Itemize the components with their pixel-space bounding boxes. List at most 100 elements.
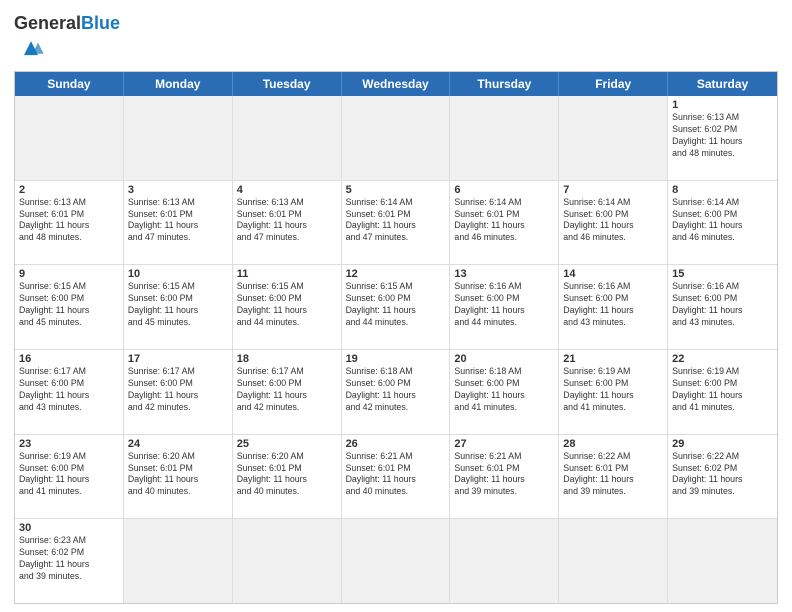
calendar: SundayMondayTuesdayWednesdayThursdayFrid… — [14, 71, 778, 604]
day-info: Sunrise: 6:16 AM Sunset: 6:00 PM Dayligh… — [672, 281, 773, 329]
logo-general: General — [14, 13, 81, 33]
day-header-saturday: Saturday — [668, 72, 777, 96]
day-cell-4: 4Sunrise: 6:13 AM Sunset: 6:01 PM Daylig… — [233, 181, 342, 266]
day-number: 5 — [346, 184, 446, 196]
empty-cell — [233, 96, 342, 181]
day-cell-13: 13Sunrise: 6:16 AM Sunset: 6:00 PM Dayli… — [450, 265, 559, 350]
day-info: Sunrise: 6:15 AM Sunset: 6:00 PM Dayligh… — [346, 281, 446, 329]
day-number: 11 — [237, 268, 337, 280]
day-info: Sunrise: 6:19 AM Sunset: 6:00 PM Dayligh… — [563, 366, 663, 414]
day-info: Sunrise: 6:15 AM Sunset: 6:00 PM Dayligh… — [19, 281, 119, 329]
day-info: Sunrise: 6:14 AM Sunset: 6:00 PM Dayligh… — [563, 197, 663, 245]
day-cell-23: 23Sunrise: 6:19 AM Sunset: 6:00 PM Dayli… — [15, 435, 124, 520]
empty-cell — [342, 519, 451, 603]
day-cell-24: 24Sunrise: 6:20 AM Sunset: 6:01 PM Dayli… — [124, 435, 233, 520]
day-cell-22: 22Sunrise: 6:19 AM Sunset: 6:00 PM Dayli… — [668, 350, 777, 435]
day-header-wednesday: Wednesday — [342, 72, 451, 96]
day-cell-8: 8Sunrise: 6:14 AM Sunset: 6:00 PM Daylig… — [668, 181, 777, 266]
day-cell-2: 2Sunrise: 6:13 AM Sunset: 6:01 PM Daylig… — [15, 181, 124, 266]
day-cell-7: 7Sunrise: 6:14 AM Sunset: 6:00 PM Daylig… — [559, 181, 668, 266]
day-info: Sunrise: 6:18 AM Sunset: 6:00 PM Dayligh… — [454, 366, 554, 414]
empty-cell — [342, 96, 451, 181]
day-info: Sunrise: 6:13 AM Sunset: 6:01 PM Dayligh… — [237, 197, 337, 245]
empty-cell — [450, 96, 559, 181]
day-cell-6: 6Sunrise: 6:14 AM Sunset: 6:01 PM Daylig… — [450, 181, 559, 266]
day-number: 28 — [563, 438, 663, 450]
day-number: 7 — [563, 184, 663, 196]
day-number: 10 — [128, 268, 228, 280]
day-number: 30 — [19, 522, 119, 534]
day-cell-10: 10Sunrise: 6:15 AM Sunset: 6:00 PM Dayli… — [124, 265, 233, 350]
day-number: 21 — [563, 353, 663, 365]
empty-cell — [233, 519, 342, 603]
day-info: Sunrise: 6:20 AM Sunset: 6:01 PM Dayligh… — [237, 451, 337, 499]
logo-icon — [17, 32, 45, 60]
day-number: 1 — [672, 99, 773, 111]
day-info: Sunrise: 6:14 AM Sunset: 6:01 PM Dayligh… — [346, 197, 446, 245]
day-info: Sunrise: 6:17 AM Sunset: 6:00 PM Dayligh… — [237, 366, 337, 414]
day-cell-27: 27Sunrise: 6:21 AM Sunset: 6:01 PM Dayli… — [450, 435, 559, 520]
day-number: 12 — [346, 268, 446, 280]
day-info: Sunrise: 6:19 AM Sunset: 6:00 PM Dayligh… — [19, 451, 119, 499]
day-cell-18: 18Sunrise: 6:17 AM Sunset: 6:00 PM Dayli… — [233, 350, 342, 435]
day-cell-15: 15Sunrise: 6:16 AM Sunset: 6:00 PM Dayli… — [668, 265, 777, 350]
day-header-friday: Friday — [559, 72, 668, 96]
day-headers: SundayMondayTuesdayWednesdayThursdayFrid… — [15, 72, 777, 96]
day-cell-20: 20Sunrise: 6:18 AM Sunset: 6:00 PM Dayli… — [450, 350, 559, 435]
day-number: 19 — [346, 353, 446, 365]
day-info: Sunrise: 6:16 AM Sunset: 6:00 PM Dayligh… — [454, 281, 554, 329]
day-cell-29: 29Sunrise: 6:22 AM Sunset: 6:02 PM Dayli… — [668, 435, 777, 520]
header: GeneralBlue — [14, 10, 778, 65]
empty-cell — [124, 96, 233, 181]
day-info: Sunrise: 6:20 AM Sunset: 6:01 PM Dayligh… — [128, 451, 228, 499]
day-number: 16 — [19, 353, 119, 365]
day-cell-5: 5Sunrise: 6:14 AM Sunset: 6:01 PM Daylig… — [342, 181, 451, 266]
day-info: Sunrise: 6:16 AM Sunset: 6:00 PM Dayligh… — [563, 281, 663, 329]
day-number: 23 — [19, 438, 119, 450]
day-info: Sunrise: 6:13 AM Sunset: 6:01 PM Dayligh… — [19, 197, 119, 245]
logo-blue: Blue — [81, 13, 120, 33]
day-number: 29 — [672, 438, 773, 450]
day-info: Sunrise: 6:21 AM Sunset: 6:01 PM Dayligh… — [454, 451, 554, 499]
day-info: Sunrise: 6:22 AM Sunset: 6:01 PM Dayligh… — [563, 451, 663, 499]
empty-cell — [15, 96, 124, 181]
day-header-monday: Monday — [124, 72, 233, 96]
day-info: Sunrise: 6:15 AM Sunset: 6:00 PM Dayligh… — [128, 281, 228, 329]
day-number: 3 — [128, 184, 228, 196]
day-number: 4 — [237, 184, 337, 196]
day-info: Sunrise: 6:17 AM Sunset: 6:00 PM Dayligh… — [19, 366, 119, 414]
day-cell-12: 12Sunrise: 6:15 AM Sunset: 6:00 PM Dayli… — [342, 265, 451, 350]
day-cell-26: 26Sunrise: 6:21 AM Sunset: 6:01 PM Dayli… — [342, 435, 451, 520]
day-cell-11: 11Sunrise: 6:15 AM Sunset: 6:00 PM Dayli… — [233, 265, 342, 350]
day-info: Sunrise: 6:22 AM Sunset: 6:02 PM Dayligh… — [672, 451, 773, 499]
day-cell-30: 30Sunrise: 6:23 AM Sunset: 6:02 PM Dayli… — [15, 519, 124, 603]
empty-cell — [559, 519, 668, 603]
day-number: 27 — [454, 438, 554, 450]
day-cell-16: 16Sunrise: 6:17 AM Sunset: 6:00 PM Dayli… — [15, 350, 124, 435]
day-info: Sunrise: 6:19 AM Sunset: 6:00 PM Dayligh… — [672, 366, 773, 414]
logo: GeneralBlue — [14, 14, 120, 65]
day-info: Sunrise: 6:13 AM Sunset: 6:01 PM Dayligh… — [128, 197, 228, 245]
empty-cell — [124, 519, 233, 603]
day-number: 13 — [454, 268, 554, 280]
day-cell-1: 1Sunrise: 6:13 AM Sunset: 6:02 PM Daylig… — [668, 96, 777, 181]
empty-cell — [668, 519, 777, 603]
logo-text: GeneralBlue — [14, 14, 120, 32]
day-info: Sunrise: 6:18 AM Sunset: 6:00 PM Dayligh… — [346, 366, 446, 414]
day-info: Sunrise: 6:23 AM Sunset: 6:02 PM Dayligh… — [19, 535, 119, 583]
day-number: 14 — [563, 268, 663, 280]
day-info: Sunrise: 6:21 AM Sunset: 6:01 PM Dayligh… — [346, 451, 446, 499]
day-number: 2 — [19, 184, 119, 196]
day-cell-28: 28Sunrise: 6:22 AM Sunset: 6:01 PM Dayli… — [559, 435, 668, 520]
day-number: 24 — [128, 438, 228, 450]
calendar-grid: 1Sunrise: 6:13 AM Sunset: 6:02 PM Daylig… — [15, 96, 777, 603]
day-number: 8 — [672, 184, 773, 196]
day-cell-14: 14Sunrise: 6:16 AM Sunset: 6:00 PM Dayli… — [559, 265, 668, 350]
day-header-tuesday: Tuesday — [233, 72, 342, 96]
day-number: 17 — [128, 353, 228, 365]
day-number: 22 — [672, 353, 773, 365]
empty-cell — [559, 96, 668, 181]
day-info: Sunrise: 6:14 AM Sunset: 6:01 PM Dayligh… — [454, 197, 554, 245]
day-info: Sunrise: 6:15 AM Sunset: 6:00 PM Dayligh… — [237, 281, 337, 329]
day-header-sunday: Sunday — [15, 72, 124, 96]
